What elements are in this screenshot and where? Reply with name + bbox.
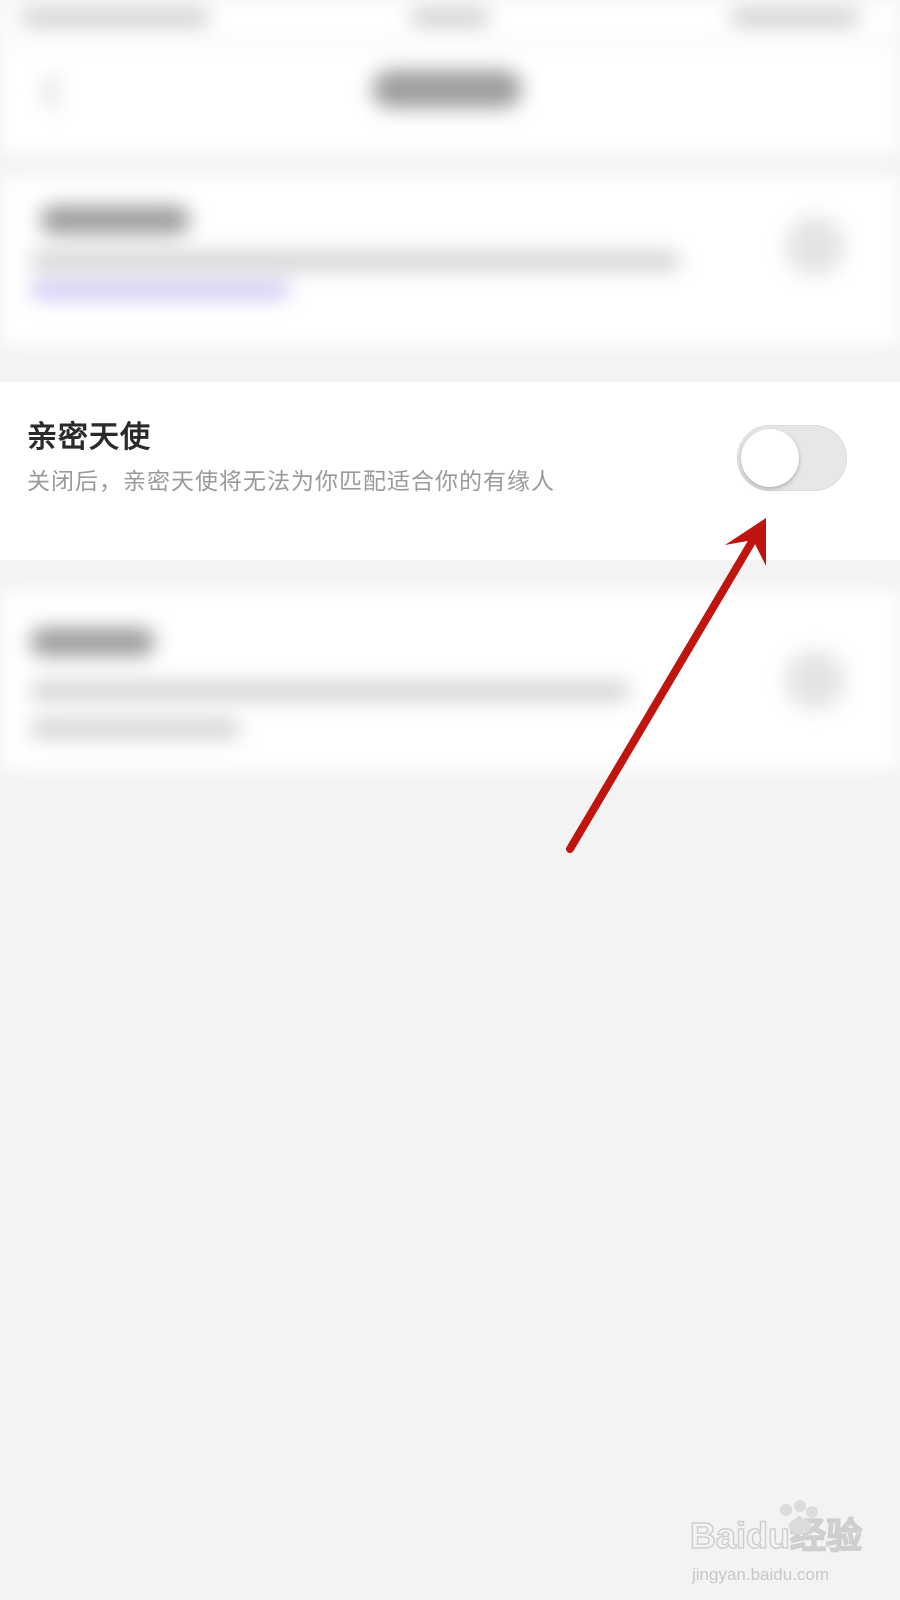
watermark: Baidu经验 jingyan.baidu.com — [689, 1500, 890, 1590]
watermark-brand: Baidu经验 — [690, 1515, 862, 1556]
watermark-url: jingyan.baidu.com — [691, 1565, 829, 1584]
red-arrow-icon — [566, 518, 766, 853]
arrow-shaft — [566, 536, 757, 853]
baidu-paw-logo-icon: Baidu经验 jingyan.baidu.com — [689, 1500, 863, 1584]
